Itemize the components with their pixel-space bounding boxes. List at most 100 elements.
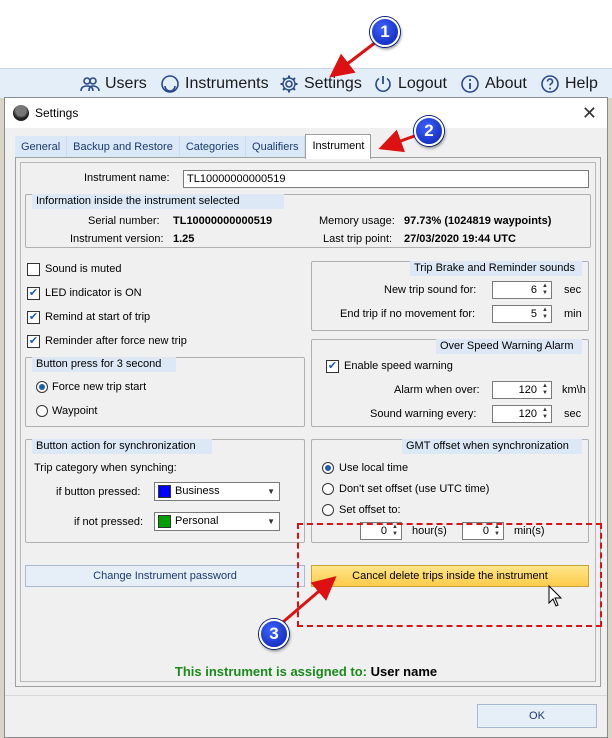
step-badge-2: 2	[414, 116, 444, 146]
use-local-time-label: Use local time	[339, 462, 409, 474]
spinner-arrows-icon[interactable]: ▲ ▼	[390, 524, 400, 538]
nav-help[interactable]: Help	[540, 73, 598, 95]
sync-action-title: Button action for synchronization	[32, 439, 212, 454]
pressed-category-select[interactable]: Business ▼	[154, 482, 280, 501]
nav-about-label: About	[485, 75, 527, 92]
end-trip-value: 5	[530, 308, 537, 320]
remind-start-checkbox[interactable]: ✔	[27, 311, 40, 324]
sound-warning-label: Sound warning every:	[370, 408, 477, 420]
button-press-group: Button press for 3 second Force new trip…	[25, 357, 305, 427]
spinner-arrows-icon[interactable]: ▲ ▼	[540, 283, 550, 297]
enable-speed-warning-label: Enable speed warning	[344, 360, 453, 372]
no-offset-label: Don't set offset (use UTC time)	[339, 483, 490, 495]
dialog-titlebar: Settings ✕	[5, 98, 607, 128]
ok-button[interactable]: OK	[477, 704, 597, 728]
nav-logout[interactable]: Logout	[373, 73, 447, 95]
sound-warning-spinner[interactable]: 120 ▲ ▼	[492, 405, 552, 423]
instrument-version-label: Instrument version:	[70, 233, 164, 245]
change-password-button[interactable]: Change Instrument password	[25, 565, 305, 587]
instrument-name-input[interactable]	[183, 170, 589, 188]
pressed-category-value: Business	[175, 485, 220, 497]
reminder-force-checkbox[interactable]: ✔	[27, 335, 40, 348]
alarm-over-spinner[interactable]: 120 ▲ ▼	[492, 381, 552, 399]
offset-hours-value: 0	[380, 525, 387, 537]
force-new-trip-label: Force new trip start	[52, 381, 147, 393]
spinner-arrows-icon[interactable]: ▲ ▼	[540, 383, 550, 397]
tab-general[interactable]: General	[15, 136, 68, 158]
sound-muted-checkbox[interactable]	[27, 263, 40, 276]
end-trip-label: End trip if no movement for:	[340, 308, 476, 320]
force-new-trip-radio[interactable]	[36, 381, 48, 393]
instrument-settings-frame: Instrument name: Information inside the …	[20, 162, 596, 682]
business-color-swatch	[158, 485, 171, 498]
waypoint-radio[interactable]	[36, 405, 48, 417]
nav-users[interactable]: Users	[80, 73, 147, 95]
instrument-info-group: Information inside the instrument select…	[25, 194, 591, 248]
not-pressed-category-value: Personal	[175, 515, 219, 527]
overspeed-group: Over Speed Warning Alarm ✔ Enable speed …	[311, 339, 589, 427]
memory-usage-label: Memory usage:	[319, 215, 395, 227]
serial-number-value: TL10000000000519	[173, 215, 273, 227]
set-offset-radio[interactable]	[322, 504, 334, 516]
nav-instruments-label: Instruments	[185, 75, 269, 92]
info-icon	[461, 75, 479, 93]
step-badge-1: 1	[370, 17, 400, 47]
alarm-over-unit: km\h	[562, 384, 586, 396]
new-trip-sound-unit: sec	[564, 284, 582, 296]
close-icon[interactable]: ✕	[582, 103, 597, 124]
dialog-title: Settings	[35, 106, 79, 120]
set-offset-label: Set offset to:	[339, 504, 401, 516]
end-trip-unit: min	[564, 308, 582, 320]
settings-tabs: General Backup and Restore Categories Qu…	[15, 134, 372, 159]
cancel-delete-trips-button[interactable]: Cancel delete trips inside the instrumen…	[311, 565, 589, 587]
use-local-time-radio[interactable]	[322, 462, 334, 474]
app-logo-icon	[13, 105, 29, 121]
instrument-icon	[161, 75, 179, 93]
reminder-force-label: Reminder after force new trip	[45, 335, 187, 347]
top-nav-bar: Users Instruments Settings Logout About …	[0, 68, 612, 98]
tab-qualifiers[interactable]: Qualifiers	[246, 136, 306, 158]
nav-settings[interactable]: Settings	[279, 73, 362, 95]
tab-instrument[interactable]: Instrument	[305, 134, 372, 159]
chevron-down-icon[interactable]: ▼	[267, 513, 275, 530]
power-icon	[375, 76, 391, 92]
waypoint-label: Waypoint	[52, 405, 98, 417]
last-trip-label: Last trip point:	[323, 233, 393, 245]
nav-about[interactable]: About	[460, 73, 527, 95]
led-indicator-label: LED indicator is ON	[45, 287, 142, 299]
spinner-arrows-icon[interactable]: ▲ ▼	[492, 524, 502, 538]
offset-mins-spinner[interactable]: 0 ▲ ▼	[462, 522, 504, 540]
offset-mins-value: 0	[482, 525, 489, 537]
dialog-footer: OK	[5, 695, 607, 737]
instrument-tab-panel: Instrument name: Information inside the …	[15, 157, 601, 687]
offset-hours-unit: hour(s)	[412, 525, 447, 537]
tab-categories[interactable]: Categories	[179, 136, 247, 158]
trip-brake-group: Trip Brake and Reminder sounds New trip …	[311, 261, 589, 331]
assigned-label: This instrument is assigned to:	[174, 664, 368, 679]
chevron-down-icon[interactable]: ▼	[267, 483, 275, 500]
spinner-arrows-icon[interactable]: ▲ ▼	[540, 307, 550, 321]
help-icon	[541, 75, 559, 93]
nav-logout-label: Logout	[398, 75, 447, 92]
spinner-arrows-icon[interactable]: ▲ ▼	[540, 407, 550, 421]
end-trip-spinner[interactable]: 5 ▲ ▼	[492, 305, 552, 323]
not-pressed-category-select[interactable]: Personal ▼	[154, 512, 280, 531]
nav-help-label: Help	[565, 75, 598, 92]
enable-speed-warning-checkbox[interactable]: ✔	[326, 360, 339, 373]
step-badge-3: 3	[259, 619, 289, 649]
personal-color-swatch	[158, 515, 171, 528]
offset-mins-unit: min(s)	[514, 525, 545, 537]
new-trip-sound-spinner[interactable]: 6 ▲ ▼	[492, 281, 552, 299]
trip-brake-title: Trip Brake and Reminder sounds	[410, 261, 582, 276]
trip-category-label: Trip category when synching:	[34, 462, 177, 474]
tab-backup-restore[interactable]: Backup and Restore	[67, 136, 180, 158]
serial-number-label: Serial number:	[88, 215, 160, 227]
no-offset-radio[interactable]	[322, 483, 334, 495]
remind-start-label: Remind at start of trip	[45, 311, 151, 323]
last-trip-value: 27/03/2020 19:44 UTC	[404, 233, 516, 245]
new-trip-sound-label: New trip sound for:	[384, 284, 477, 296]
gmt-offset-group: GMT offset when synchronization Use loca…	[311, 439, 589, 543]
offset-hours-spinner[interactable]: 0 ▲ ▼	[360, 522, 402, 540]
nav-instruments[interactable]: Instruments	[160, 73, 269, 95]
led-indicator-checkbox[interactable]: ✔	[27, 287, 40, 300]
